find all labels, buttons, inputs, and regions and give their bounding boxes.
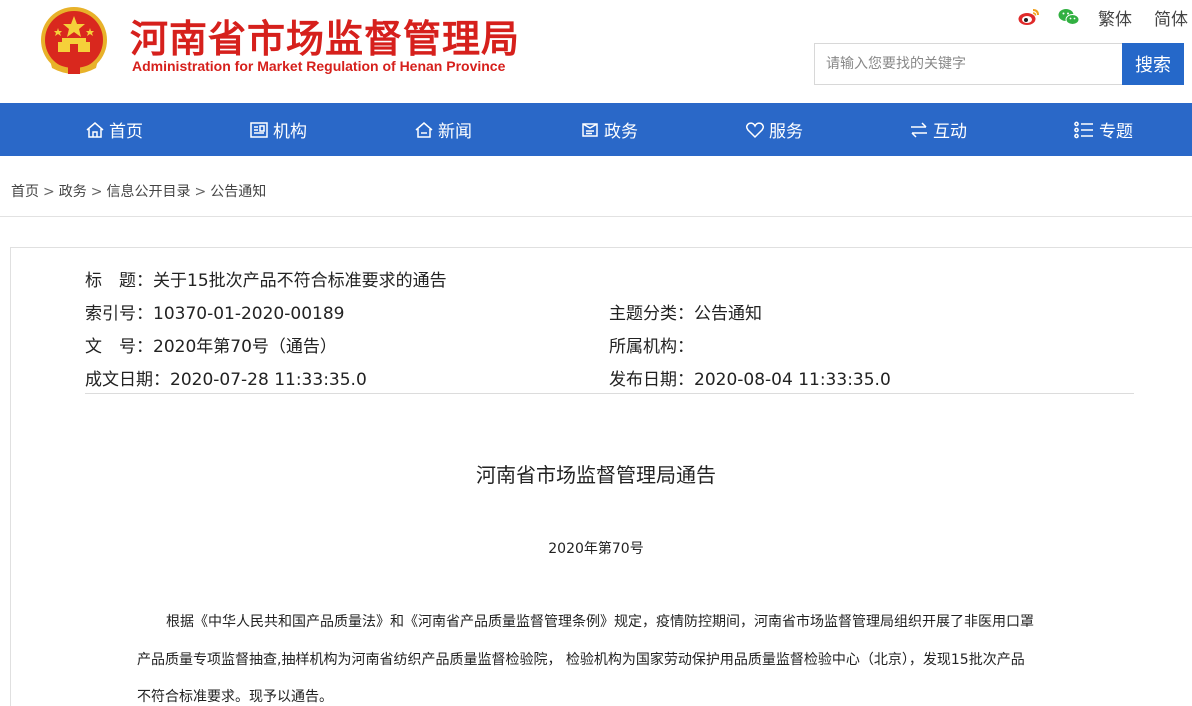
paragraph-line: 根据《中华人民共和国产品质量法》和《河南省产品质量监督管理条例》规定，疫情防控期… — [166, 614, 1034, 630]
nav-item-interaction[interactable]: 互动 — [909, 103, 967, 156]
wechat-icon[interactable] — [1058, 7, 1080, 27]
meta-published-date: 发布日期：2020-08-04 11:33:35.0 — [609, 370, 891, 390]
breadcrumb-separator: > — [194, 184, 207, 200]
site-header: 河南省市场监督管理局 Administration for Market Reg… — [0, 0, 1192, 103]
nav-label: 首页 — [109, 122, 143, 142]
meta-category: 主题分类：公告通知 — [609, 304, 762, 324]
document-icon — [582, 122, 598, 137]
site-title-chinese: 河南省市场监督管理局 — [130, 17, 521, 61]
list-icon — [1074, 121, 1093, 138]
nav-item-services[interactable]: 服务 — [745, 103, 803, 156]
search-input[interactable] — [814, 43, 1122, 85]
divider — [0, 216, 1192, 217]
heart-icon — [745, 121, 765, 138]
breadcrumb-separator: > — [90, 184, 103, 200]
meta-document-number: 文 号：2020年第70号（通告） — [85, 337, 337, 357]
home-icon — [86, 121, 104, 138]
meta-index-number: 索引号：10370-01-2020-00189 — [85, 304, 345, 324]
exchange-icon — [911, 121, 927, 138]
nav-label: 政务 — [604, 122, 638, 142]
nav-label: 互动 — [933, 122, 967, 142]
document-heading: 河南省市场监督管理局通告 — [476, 463, 716, 487]
breadcrumb-home[interactable]: 首页 — [11, 184, 39, 200]
site-title-english: Administration for Market Regulation of … — [132, 58, 506, 74]
breadcrumb: 首页 > 政务 > 信息公开目录 > 公告通知 — [11, 181, 266, 201]
weibo-icon[interactable] — [1018, 7, 1040, 27]
meta-created-date: 成文日期：2020-07-28 11:33:35.0 — [85, 370, 367, 390]
top-links: 繁体 简体 — [1018, 5, 1192, 30]
nav-item-news[interactable]: 新闻 — [414, 103, 472, 156]
nav-item-government[interactable]: 政务 — [580, 103, 638, 156]
nav-item-topics[interactable]: 专题 — [1073, 103, 1133, 156]
breadcrumb-government[interactable]: 政务 — [59, 184, 87, 200]
paragraph-line: 不符合标准要求。现予以通告。 — [137, 689, 333, 705]
nav-label: 服务 — [769, 122, 803, 142]
nav-label: 专题 — [1099, 122, 1133, 142]
search-button[interactable]: 搜索 — [1122, 43, 1184, 85]
house-icon — [415, 121, 433, 138]
meta-title: 标 题：关于15批次产品不符合标准要求的通告 — [85, 271, 447, 291]
breadcrumb-separator: > — [43, 184, 55, 200]
nav-label: 机构 — [273, 122, 307, 142]
breadcrumb-announcements[interactable]: 公告通知 — [210, 184, 266, 200]
meta-divider — [85, 393, 1134, 394]
simplified-chinese-link[interactable]: 简体 — [1154, 5, 1188, 30]
nav-item-home[interactable]: 首页 — [85, 103, 143, 156]
national-emblem-logo[interactable] — [36, 4, 112, 80]
meta-agency: 所属机构： — [609, 337, 694, 357]
document-number: 2020年第70号 — [548, 541, 644, 557]
nav-label: 新闻 — [438, 122, 472, 142]
building-icon — [250, 121, 268, 138]
traditional-chinese-link[interactable]: 繁体 — [1098, 5, 1132, 30]
breadcrumb-info-catalog[interactable]: 信息公开目录 — [106, 184, 190, 200]
main-nav: 首页 机构 新闻 政务 服务 互动 专题 — [0, 103, 1192, 156]
paragraph-line: 产品质量专项监督抽查,抽样机构为河南省纺织产品质量监督检验院， 检验机构为国家劳… — [137, 652, 1025, 668]
nav-item-organization[interactable]: 机构 — [249, 103, 307, 156]
